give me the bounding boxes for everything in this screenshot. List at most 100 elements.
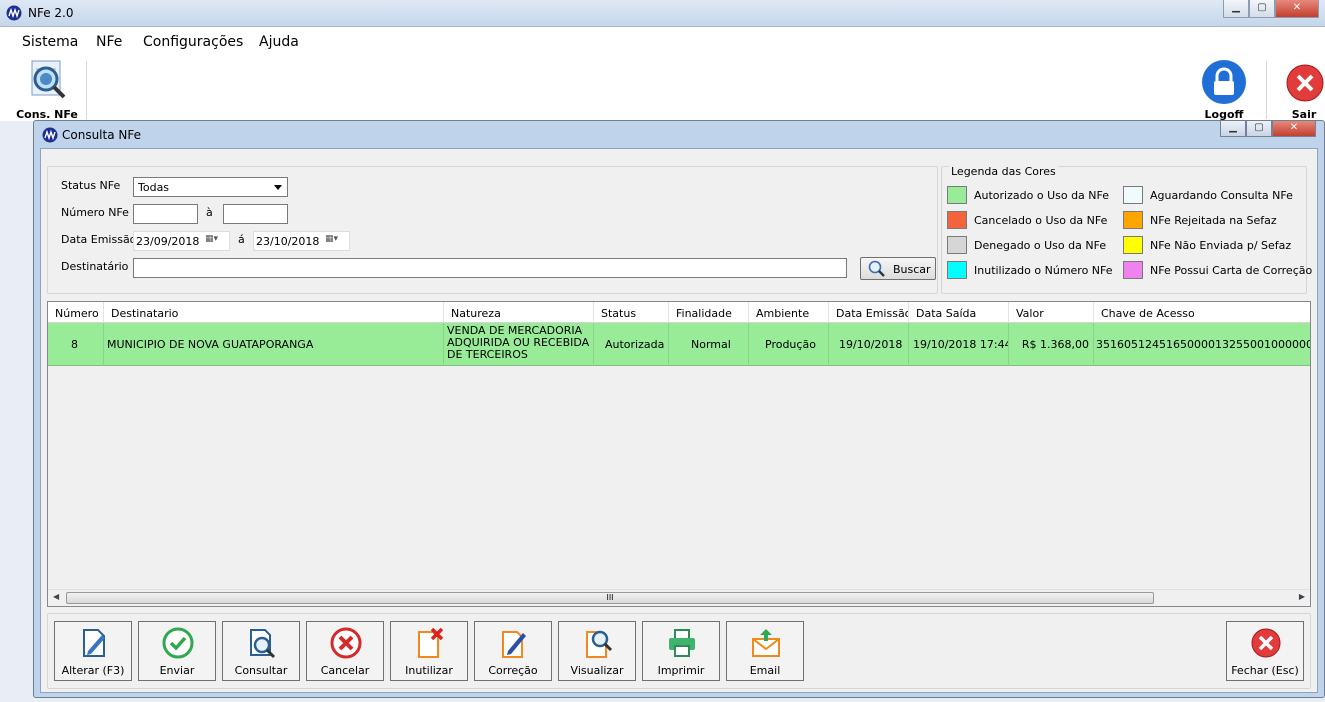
child-window-title: Consulta NFe bbox=[62, 128, 141, 142]
action-bar: Alterar (F3) Enviar Consultar Cancelar I… bbox=[47, 613, 1311, 689]
close-window-button[interactable]: ✕ bbox=[1275, 0, 1319, 18]
horizontal-scrollbar[interactable]: ◀ III ▶ bbox=[48, 589, 1310, 606]
column-header-destinatario[interactable]: Destinatario bbox=[104, 302, 444, 323]
legend-label: NFe Possui Carta de Correção bbox=[1150, 264, 1313, 277]
menu-sistema[interactable]: Sistema bbox=[22, 34, 78, 50]
column-header-finalidade[interactable]: Finalidade bbox=[669, 302, 749, 323]
grid-header: Número Destinatario Natureza Status Fina… bbox=[48, 302, 1310, 323]
cell-text: 19/10/2018 17:44 bbox=[913, 338, 1009, 351]
legend-swatch bbox=[1123, 186, 1143, 204]
numero-to-input[interactable] bbox=[223, 204, 288, 224]
child-maximize-button[interactable]: ▢ bbox=[1246, 121, 1272, 137]
legend-swatch bbox=[947, 186, 967, 204]
alterar-button[interactable]: Alterar (F3) bbox=[54, 621, 132, 681]
cons-nfe-button[interactable]: Cons. NFe bbox=[14, 59, 80, 121]
menu-configuracoes[interactable]: Configurações bbox=[143, 34, 243, 50]
cell-destinatario: MUNICIPIO DE NOVA GUATAPORANGA bbox=[104, 323, 444, 366]
nfe-grid[interactable]: Número Destinatario Natureza Status Fina… bbox=[47, 301, 1311, 607]
column-header-ambiente[interactable]: Ambiente bbox=[749, 302, 829, 323]
email-button[interactable]: Email bbox=[726, 621, 804, 681]
cell-ambiente: Produção bbox=[749, 323, 829, 366]
column-header-chave[interactable]: Chave de Acesso bbox=[1094, 302, 1310, 323]
column-header-status[interactable]: Status bbox=[594, 302, 669, 323]
cell-text: Normal bbox=[691, 338, 731, 351]
cancel-icon bbox=[330, 627, 362, 659]
sair-button[interactable]: Sair bbox=[1279, 59, 1325, 121]
email-icon bbox=[752, 629, 780, 657]
app-logo-icon bbox=[42, 127, 58, 143]
child-body: Status NFe Todas Número NFe à Data Emiss… bbox=[40, 148, 1318, 693]
toolbar-separator bbox=[1266, 61, 1267, 119]
visualizar-button[interactable]: Visualizar bbox=[558, 621, 636, 681]
document-search-icon bbox=[250, 629, 276, 659]
window-title: NFe 2.0 bbox=[28, 6, 74, 20]
scroll-thumb[interactable]: III bbox=[66, 592, 1154, 604]
email-label: Email bbox=[749, 664, 781, 677]
inutilizar-button[interactable]: Inutilizar bbox=[390, 621, 468, 681]
column-header-data-saida[interactable]: Data Saída bbox=[909, 302, 1009, 323]
app-logo-icon bbox=[6, 5, 22, 21]
calendar-icon[interactable]: ▦▾ bbox=[205, 234, 227, 248]
edit-document-icon bbox=[83, 629, 105, 657]
cell-valor: R$ 1.368,00 bbox=[1009, 323, 1094, 366]
numero-from-input[interactable] bbox=[133, 204, 198, 224]
cell-finalidade: Normal bbox=[669, 323, 749, 366]
child-minimize-button[interactable]: ▁ bbox=[1220, 121, 1246, 137]
destinatario-input[interactable] bbox=[133, 258, 847, 278]
maximize-button[interactable]: ▢ bbox=[1249, 0, 1275, 18]
menu-nfe[interactable]: NFe bbox=[96, 34, 122, 50]
status-select[interactable]: Todas bbox=[133, 177, 288, 197]
toolbar-separator bbox=[86, 61, 87, 119]
buscar-button[interactable]: Buscar bbox=[860, 257, 936, 280]
cell-text: Autorizada bbox=[605, 338, 665, 351]
child-close-button[interactable]: ✕ bbox=[1272, 121, 1316, 137]
numero-label: Número NFe bbox=[61, 206, 129, 219]
legend-label: Inutilizado o Número NFe bbox=[974, 264, 1113, 277]
cell-data-saida: 19/10/2018 17:44 bbox=[909, 323, 1009, 366]
minimize-button[interactable]: ▁ bbox=[1223, 0, 1249, 18]
column-header-data-emissao[interactable]: Data Emissão bbox=[829, 302, 909, 323]
cancelar-button[interactable]: Cancelar bbox=[306, 621, 384, 681]
menu-bar: Sistema NFe Configurações Ajuda bbox=[0, 27, 1325, 59]
legend-swatch bbox=[947, 261, 967, 279]
window-controls: ▁ ▢ ✕ bbox=[1223, 0, 1319, 18]
pen-document-icon bbox=[502, 631, 526, 658]
inutilizar-label: Inutilizar bbox=[405, 664, 453, 677]
enviar-button[interactable]: Enviar bbox=[138, 621, 216, 681]
destinatario-label: Destinatário bbox=[61, 260, 129, 273]
printer-icon bbox=[669, 629, 695, 657]
legend-label: Denegado o Uso da NFe bbox=[974, 239, 1107, 252]
column-header-numero[interactable]: Número bbox=[48, 302, 104, 323]
imprimir-label: Imprimir bbox=[657, 664, 705, 677]
lock-icon bbox=[1202, 60, 1246, 104]
legend-label: Cancelado o Uso da NFe bbox=[974, 214, 1108, 227]
enviar-label: Enviar bbox=[159, 664, 195, 677]
check-icon bbox=[162, 627, 194, 659]
filter-panel: Status NFe Todas Número NFe à Data Emiss… bbox=[47, 166, 938, 294]
scroll-left-icon[interactable]: ◀ bbox=[53, 592, 59, 601]
cell-text: 8 bbox=[71, 338, 78, 351]
data-from-picker[interactable]: 23/09/2018 ▦▾ bbox=[133, 231, 230, 251]
logoff-button[interactable]: Logoff bbox=[1196, 59, 1252, 121]
legend-label: NFe Não Enviada p/ Sefaz bbox=[1150, 239, 1292, 252]
main-titlebar: NFe 2.0 ▁ ▢ ✕ bbox=[0, 0, 1325, 27]
column-header-natureza[interactable]: Natureza bbox=[444, 302, 594, 323]
menu-ajuda[interactable]: Ajuda bbox=[259, 34, 299, 50]
data-to-value: 23/10/2018 bbox=[256, 235, 320, 248]
fechar-button[interactable]: Fechar (Esc) bbox=[1226, 621, 1304, 681]
data-to-picker[interactable]: 23/10/2018 ▦▾ bbox=[253, 231, 350, 251]
correcao-button[interactable]: Correção bbox=[474, 621, 552, 681]
column-header-valor[interactable]: Valor bbox=[1009, 302, 1094, 323]
cell-numero: 8 bbox=[48, 323, 104, 366]
legend-swatch bbox=[1123, 236, 1143, 254]
scroll-right-icon[interactable]: ▶ bbox=[1299, 592, 1305, 601]
cancelar-label: Cancelar bbox=[320, 664, 370, 677]
scroll-grip: III bbox=[606, 593, 614, 602]
toolbar: Cons. NFe Logoff Sair bbox=[0, 59, 1325, 121]
consultar-button[interactable]: Consultar bbox=[222, 621, 300, 681]
imprimir-button[interactable]: Imprimir bbox=[642, 621, 720, 681]
document-search-icon bbox=[31, 60, 66, 99]
table-row[interactable]: 8 MUNICIPIO DE NOVA GUATAPORANGA VENDA D… bbox=[48, 323, 1310, 366]
calendar-icon[interactable]: ▦▾ bbox=[325, 234, 347, 248]
numero-separator: à bbox=[206, 206, 213, 219]
